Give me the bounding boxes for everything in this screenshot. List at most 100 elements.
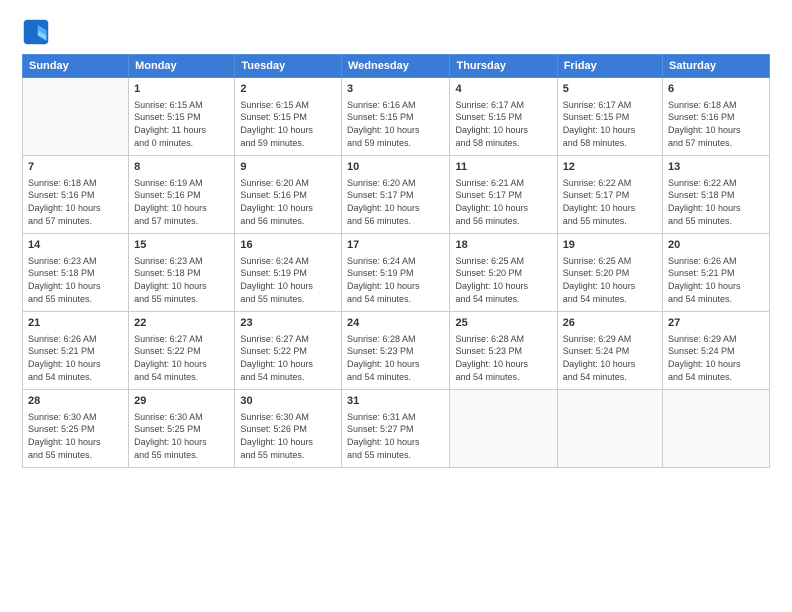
calendar-cell: [23, 78, 129, 156]
calendar-cell: 22 Sunrise: 6:27 AM Sunset: 5:22 PM Dayli…: [129, 312, 235, 390]
day-info: Sunrise: 6:30 AM Sunset: 5:26 PM Dayligh…: [240, 411, 336, 461]
calendar-cell: 19Sunrise: 6:25 AM Sunset: 5:20 PM Dayli…: [557, 234, 662, 312]
header-day: Wednesday: [341, 55, 450, 78]
calendar-cell: 14Sunrise: 6:23 AM Sunset: 5:18 PM Dayli…: [23, 234, 129, 312]
header: [22, 18, 770, 46]
calendar-cell: 28 Sunrise: 6:30 AM Sunset: 5:25 PM Dayli…: [23, 390, 129, 468]
calendar-cell: 25Sunrise: 6:28 AM Sunset: 5:23 PM Dayli…: [450, 312, 557, 390]
day-info: Sunrise: 6:22 AM Sunset: 5:17 PM Dayligh…: [563, 177, 657, 227]
day-number: 16: [240, 238, 336, 253]
calendar-cell: 18 Sunrise: 6:25 AM Sunset: 5:20 PM Dayli…: [450, 234, 557, 312]
calendar-cell: 3 Sunrise: 6:16 AM Sunset: 5:15 PM Daylig…: [341, 78, 450, 156]
day-info: Sunrise: 6:24 AM Sunset: 5:19 PM Dayligh…: [240, 255, 336, 305]
day-number: 14: [28, 238, 123, 253]
header-day: Monday: [129, 55, 235, 78]
day-info: Sunrise: 6:17 AM Sunset: 5:15 PM Dayligh…: [563, 99, 657, 149]
day-number: 15: [134, 238, 229, 253]
calendar-cell: 12 Sunrise: 6:22 AM Sunset: 5:17 PM Dayli…: [557, 156, 662, 234]
day-number: 20: [668, 238, 764, 253]
day-number: 28: [28, 394, 123, 409]
day-info: Sunrise: 6:22 AM Sunset: 5:18 PM Dayligh…: [668, 177, 764, 227]
day-info: Sunrise: 6:27 AM Sunset: 5:22 PM Dayligh…: [134, 333, 229, 383]
day-info: Sunrise: 6:30 AM Sunset: 5:25 PM Dayligh…: [28, 411, 123, 461]
day-number: 18: [455, 238, 551, 253]
calendar-cell: 17 Sunrise: 6:24 AM Sunset: 5:19 PM Dayli…: [341, 234, 450, 312]
calendar-cell: [557, 390, 662, 468]
calendar-cell: 20Sunrise: 6:26 AM Sunset: 5:21 PM Dayli…: [663, 234, 770, 312]
calendar-cell: 30 Sunrise: 6:30 AM Sunset: 5:26 PM Dayli…: [235, 390, 342, 468]
day-info: Sunrise: 6:15 AM Sunset: 5:15 PM Dayligh…: [134, 99, 229, 149]
day-number: 27: [668, 316, 764, 331]
calendar-cell: 31 Sunrise: 6:31 AM Sunset: 5:27 PM Dayli…: [341, 390, 450, 468]
day-info: Sunrise: 6:28 AM Sunset: 5:23 PM Dayligh…: [347, 333, 445, 383]
header-day: Sunday: [23, 55, 129, 78]
day-number: 22: [134, 316, 229, 331]
day-number: 17: [347, 238, 445, 253]
calendar-week-row: 21 Sunrise: 6:26 AM Sunset: 5:21 PM Dayli…: [23, 312, 770, 390]
day-info: Sunrise: 6:20 AM Sunset: 5:17 PM Dayligh…: [347, 177, 445, 227]
day-number: 29: [134, 394, 229, 409]
calendar-cell: 2Sunrise: 6:15 AM Sunset: 5:15 PM Daylig…: [235, 78, 342, 156]
header-day: Thursday: [450, 55, 557, 78]
day-number: 9: [240, 160, 336, 175]
day-number: 12: [563, 160, 657, 175]
day-number: 30: [240, 394, 336, 409]
day-number: 26: [563, 316, 657, 331]
logo-icon: [22, 18, 50, 46]
calendar-cell: 13Sunrise: 6:22 AM Sunset: 5:18 PM Dayli…: [663, 156, 770, 234]
day-number: 10: [347, 160, 445, 175]
day-info: Sunrise: 6:27 AM Sunset: 5:22 PM Dayligh…: [240, 333, 336, 383]
day-info: Sunrise: 6:29 AM Sunset: 5:24 PM Dayligh…: [563, 333, 657, 383]
header-day: Saturday: [663, 55, 770, 78]
header-day: Tuesday: [235, 55, 342, 78]
day-number: 11: [455, 160, 551, 175]
calendar-cell: 10 Sunrise: 6:20 AM Sunset: 5:17 PM Dayli…: [341, 156, 450, 234]
calendar-cell: 15Sunrise: 6:23 AM Sunset: 5:18 PM Dayli…: [129, 234, 235, 312]
day-info: Sunrise: 6:18 AM Sunset: 5:16 PM Dayligh…: [668, 99, 764, 149]
calendar-cell: 26 Sunrise: 6:29 AM Sunset: 5:24 PM Dayli…: [557, 312, 662, 390]
day-info: Sunrise: 6:21 AM Sunset: 5:17 PM Dayligh…: [455, 177, 551, 227]
calendar-page: SundayMondayTuesdayWednesdayThursdayFrid…: [0, 0, 792, 612]
calendar-table: SundayMondayTuesdayWednesdayThursdayFrid…: [22, 54, 770, 468]
day-number: 21: [28, 316, 123, 331]
day-number: 23: [240, 316, 336, 331]
day-info: Sunrise: 6:25 AM Sunset: 5:20 PM Dayligh…: [455, 255, 551, 305]
calendar-header: SundayMondayTuesdayWednesdayThursdayFrid…: [23, 55, 770, 78]
day-info: Sunrise: 6:24 AM Sunset: 5:19 PM Dayligh…: [347, 255, 445, 305]
day-info: Sunrise: 6:28 AM Sunset: 5:23 PM Dayligh…: [455, 333, 551, 383]
calendar-week-row: 28 Sunrise: 6:30 AM Sunset: 5:25 PM Dayli…: [23, 390, 770, 468]
header-day: Friday: [557, 55, 662, 78]
calendar-week-row: 1Sunrise: 6:15 AM Sunset: 5:15 PM Daylig…: [23, 78, 770, 156]
day-number: 8: [134, 160, 229, 175]
calendar-week-row: 14Sunrise: 6:23 AM Sunset: 5:18 PM Dayli…: [23, 234, 770, 312]
day-info: Sunrise: 6:29 AM Sunset: 5:24 PM Dayligh…: [668, 333, 764, 383]
day-info: Sunrise: 6:31 AM Sunset: 5:27 PM Dayligh…: [347, 411, 445, 461]
day-number: 2: [240, 82, 336, 97]
day-number: 6: [668, 82, 764, 97]
calendar-week-row: 7 Sunrise: 6:18 AM Sunset: 5:16 PM Daylig…: [23, 156, 770, 234]
calendar-body: 1Sunrise: 6:15 AM Sunset: 5:15 PM Daylig…: [23, 78, 770, 468]
calendar-cell: 7 Sunrise: 6:18 AM Sunset: 5:16 PM Daylig…: [23, 156, 129, 234]
day-info: Sunrise: 6:20 AM Sunset: 5:16 PM Dayligh…: [240, 177, 336, 227]
calendar-cell: 11 Sunrise: 6:21 AM Sunset: 5:17 PM Dayli…: [450, 156, 557, 234]
calendar-cell: [663, 390, 770, 468]
day-number: 4: [455, 82, 551, 97]
day-number: 31: [347, 394, 445, 409]
calendar-cell: 1Sunrise: 6:15 AM Sunset: 5:15 PM Daylig…: [129, 78, 235, 156]
day-info: Sunrise: 6:30 AM Sunset: 5:25 PM Dayligh…: [134, 411, 229, 461]
day-info: Sunrise: 6:26 AM Sunset: 5:21 PM Dayligh…: [28, 333, 123, 383]
calendar-cell: 21 Sunrise: 6:26 AM Sunset: 5:21 PM Dayli…: [23, 312, 129, 390]
calendar-cell: 9 Sunrise: 6:20 AM Sunset: 5:16 PM Daylig…: [235, 156, 342, 234]
calendar-cell: 6 Sunrise: 6:18 AM Sunset: 5:16 PM Daylig…: [663, 78, 770, 156]
day-number: 3: [347, 82, 445, 97]
calendar-cell: 16 Sunrise: 6:24 AM Sunset: 5:19 PM Dayli…: [235, 234, 342, 312]
day-info: Sunrise: 6:16 AM Sunset: 5:15 PM Dayligh…: [347, 99, 445, 149]
calendar-cell: 24Sunrise: 6:28 AM Sunset: 5:23 PM Dayli…: [341, 312, 450, 390]
calendar-cell: 27 Sunrise: 6:29 AM Sunset: 5:24 PM Dayli…: [663, 312, 770, 390]
day-info: Sunrise: 6:18 AM Sunset: 5:16 PM Dayligh…: [28, 177, 123, 227]
calendar-cell: 23 Sunrise: 6:27 AM Sunset: 5:22 PM Dayli…: [235, 312, 342, 390]
day-number: 5: [563, 82, 657, 97]
day-number: 7: [28, 160, 123, 175]
day-number: 19: [563, 238, 657, 253]
day-info: Sunrise: 6:17 AM Sunset: 5:15 PM Dayligh…: [455, 99, 551, 149]
